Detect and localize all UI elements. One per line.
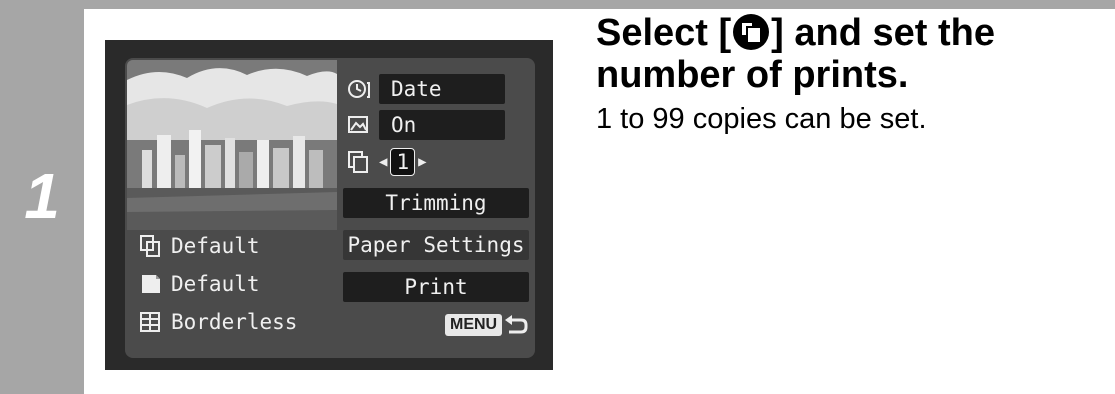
clock-icon — [348, 80, 370, 98]
print-settings-panel: Date On ◀ 1 ▶ Trimming Paper Settings Pr… — [125, 58, 535, 358]
paper-type-row: Default — [139, 272, 260, 296]
image-optimize-field[interactable]: On — [379, 110, 505, 140]
image-optimize-icon — [348, 116, 368, 133]
image-preview — [127, 60, 337, 230]
image-optimize-row[interactable]: On — [347, 110, 505, 140]
trimming-button[interactable]: Trimming — [343, 188, 529, 218]
step-number: 1 — [24, 160, 60, 232]
copies-icon — [733, 14, 770, 50]
paper-size-icon — [140, 235, 160, 257]
paper-type-value: Default — [171, 272, 260, 296]
layout-icon — [140, 312, 160, 332]
paper-settings-button[interactable]: Paper Settings — [343, 230, 529, 260]
top-divider-bar — [0, 0, 1115, 9]
layout-row: Borderless — [139, 310, 297, 334]
print-button[interactable]: Print — [343, 272, 529, 302]
instruction-detail: 1 to 99 copies can be set. — [596, 103, 927, 135]
heading-part1: Select [ — [596, 12, 732, 54]
date-field[interactable]: Date — [379, 74, 505, 104]
increase-arrow-icon[interactable]: ▶ — [418, 154, 426, 170]
copies-value[interactable]: 1 — [390, 148, 416, 176]
return-icon[interactable] — [503, 314, 529, 338]
menu-button-label[interactable]: MENU — [445, 314, 503, 336]
paper-size-row: Default — [139, 234, 260, 258]
camera-lcd-screen: Date On ◀ 1 ▶ Trimming Paper Settings Pr… — [105, 40, 553, 370]
heading-part2: ] and set the — [771, 12, 995, 54]
date-print-row[interactable]: Date — [347, 74, 505, 104]
instruction-heading: Select [ ] and set the number of prints. — [596, 12, 995, 96]
copies-row[interactable]: ◀ 1 ▶ — [347, 148, 427, 176]
step-column: 1 — [0, 9, 84, 394]
copies-icon — [348, 151, 368, 173]
heading-line2: number of prints. — [596, 54, 909, 96]
layout-value: Borderless — [171, 310, 298, 334]
decrease-arrow-icon[interactable]: ◀ — [379, 154, 387, 170]
paper-size-value: Default — [171, 234, 260, 258]
paper-type-icon — [142, 275, 160, 293]
